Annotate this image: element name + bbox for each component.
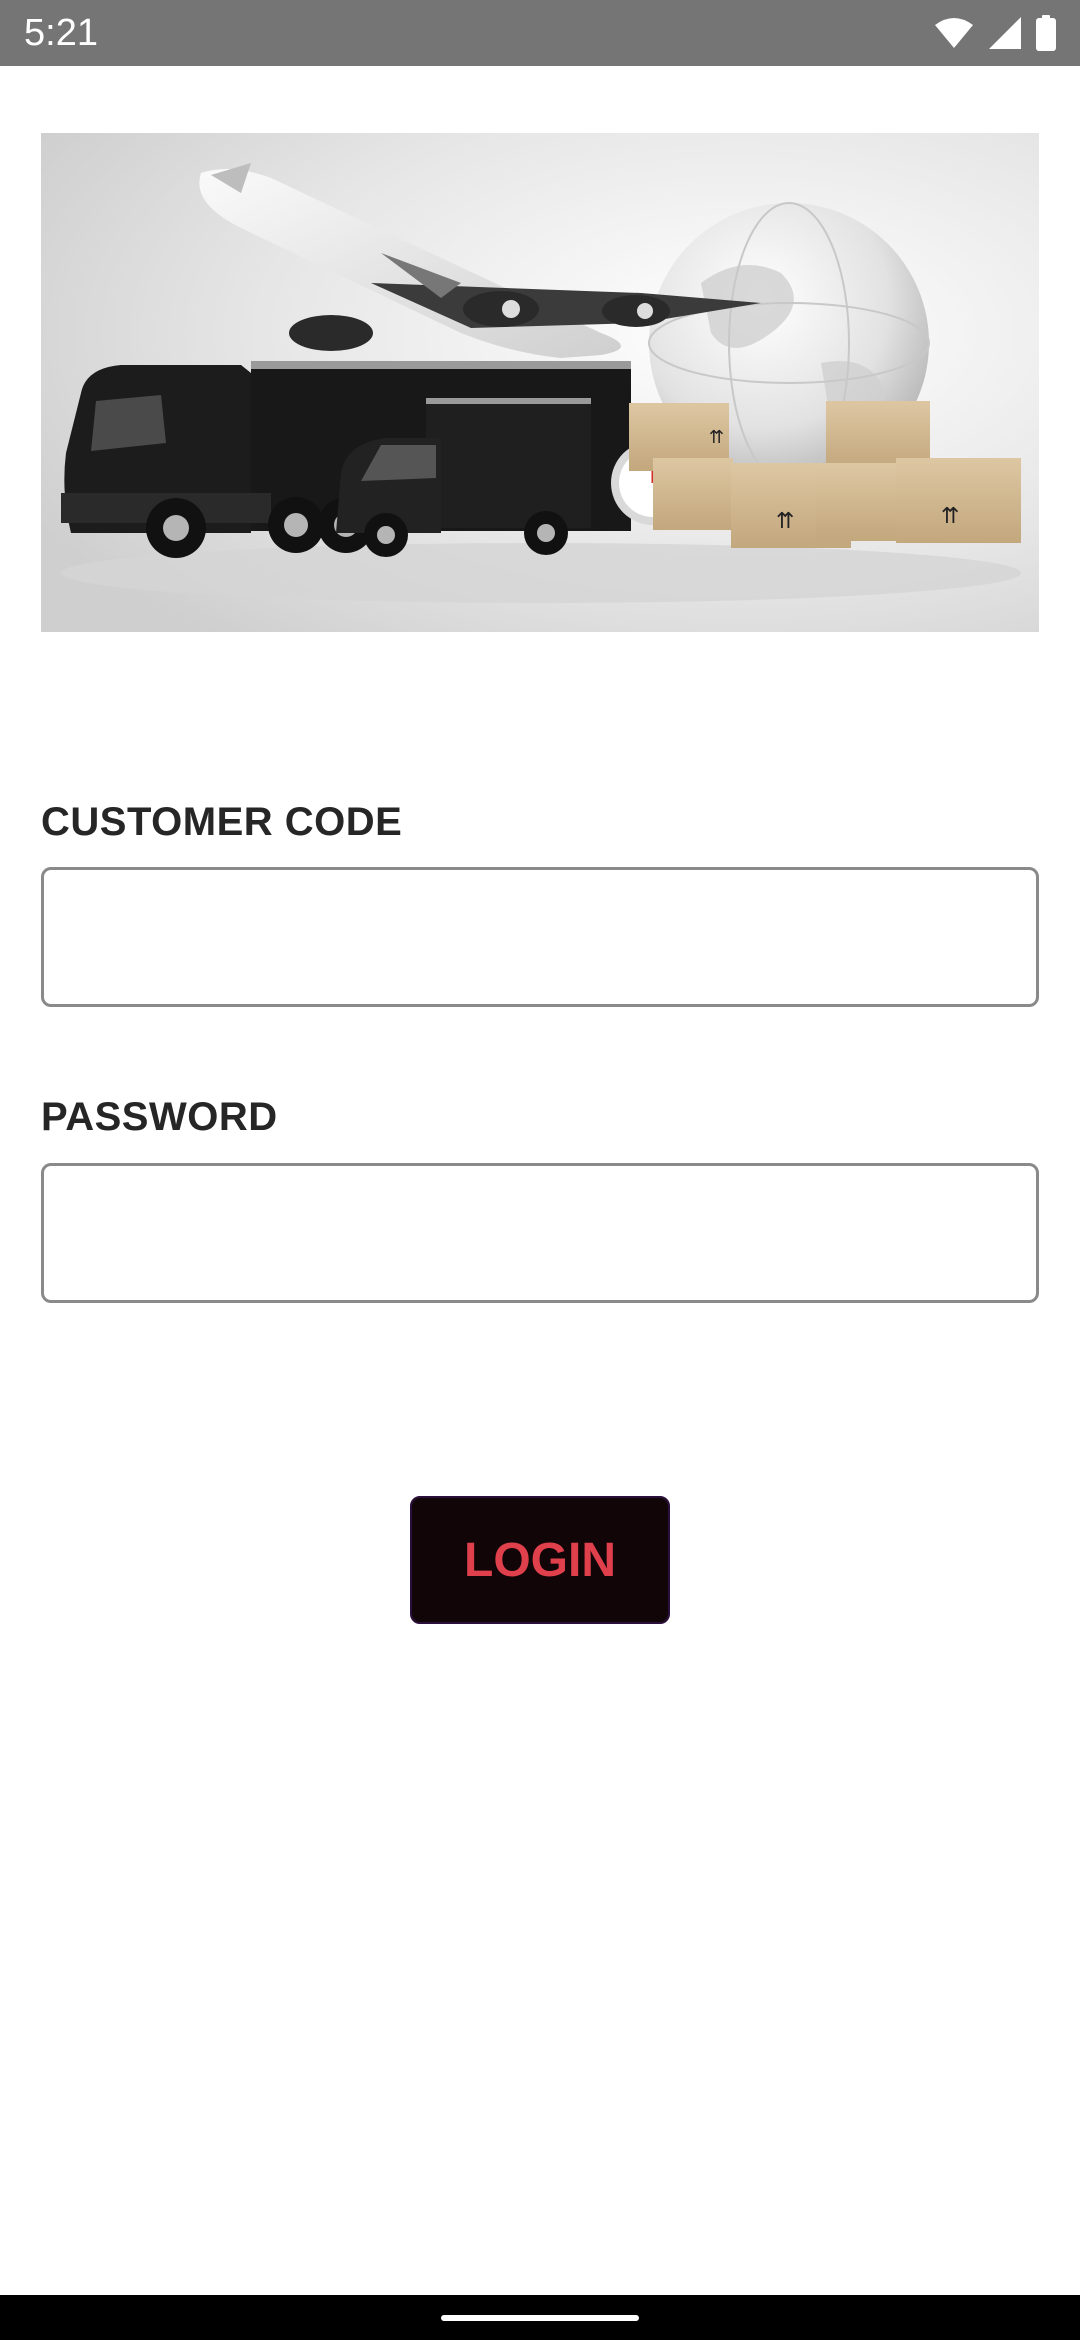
logistics-hero-image: ⇈ ⇈ ⇈ <box>41 133 1039 632</box>
status-bar: 5:21 <box>0 0 1080 66</box>
status-icons <box>934 13 1056 53</box>
password-label: PASSWORD <box>41 1095 278 1139</box>
customer-code-label: CUSTOMER CODE <box>41 800 403 844</box>
navigation-bar <box>0 2295 1080 2340</box>
wifi-icon <box>934 17 974 49</box>
cellular-signal-icon <box>988 16 1022 50</box>
battery-icon <box>1036 15 1056 51</box>
customer-code-input[interactable] <box>41 867 1039 1007</box>
status-time: 5:21 <box>24 12 98 54</box>
home-indicator[interactable] <box>441 2315 639 2321</box>
svg-text:⇈: ⇈ <box>776 509 794 534</box>
login-button[interactable]: LOGIN <box>410 1496 670 1624</box>
svg-text:⇈: ⇈ <box>709 427 724 448</box>
password-input[interactable] <box>41 1163 1039 1303</box>
svg-text:⇈: ⇈ <box>941 504 959 529</box>
